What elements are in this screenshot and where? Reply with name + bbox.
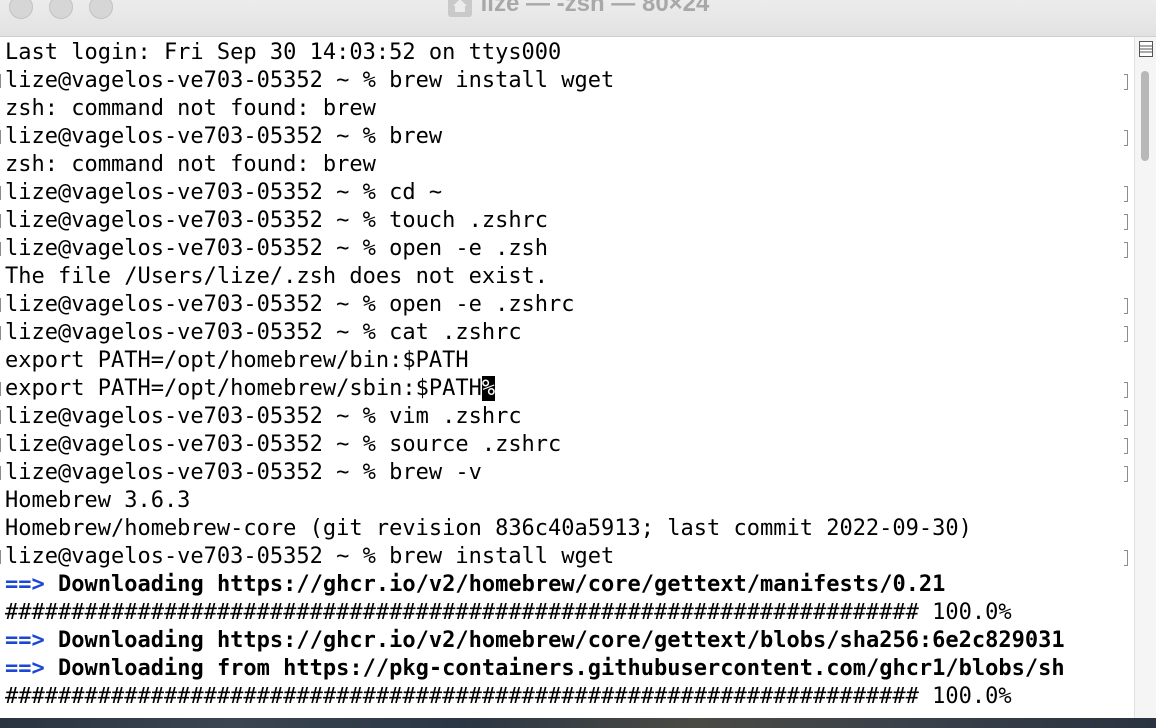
terminal-line: Homebrew 3.6.3 — [5, 488, 191, 513]
line-mark — [0, 326, 3, 340]
terminal-line: lize@vagelos-ve703-05352 ~ % brew instal… — [5, 68, 615, 93]
terminal-line: Last login: Fri Sep 30 14:03:52 on ttys0… — [5, 40, 562, 65]
download-text: Downloading https://ghcr.io/v2/homebrew/… — [58, 572, 946, 597]
terminal-line: lize@vagelos-ve703-05352 ~ % cd ~ — [5, 180, 443, 205]
terminal-line: zsh: command not found: brew — [5, 96, 376, 121]
line-mark — [1124, 410, 1128, 426]
line-mark — [1124, 130, 1128, 146]
terminal-line: lize@vagelos-ve703-05352 ~ % brew -v — [5, 460, 482, 485]
line-mark — [1124, 466, 1128, 482]
line-mark — [0, 298, 3, 312]
terminal-line: lize@vagelos-ve703-05352 ~ % open -e .zs… — [5, 236, 549, 261]
line-mark — [0, 466, 3, 480]
download-line: ==> Downloading from https://pkg-contain… — [5, 655, 1065, 683]
line-mark — [0, 410, 3, 424]
desktop-background — [0, 718, 1156, 728]
download-text: Downloading from https://pkg-containers.… — [58, 656, 1065, 681]
terminal-line: lize@vagelos-ve703-05352 ~ % cat .zshrc — [5, 320, 522, 345]
line-mark — [1124, 438, 1128, 454]
line-mark — [0, 382, 3, 396]
line-mark — [1124, 298, 1128, 314]
scroll-thumb[interactable] — [1141, 71, 1149, 161]
download-arrow: ==> — [5, 628, 45, 653]
window-title-group: lize — -zsh — 80×24 — [0, 0, 1156, 18]
line-mark — [0, 550, 3, 564]
title-bar[interactable]: lize — -zsh — 80×24 — [0, 0, 1156, 37]
line-mark — [1124, 382, 1128, 398]
download-line: ==> Downloading https://ghcr.io/v2/homeb… — [5, 571, 945, 599]
terminal-line: lize@vagelos-ve703-05352 ~ % brew — [5, 124, 443, 149]
split-view-icon[interactable] — [1139, 41, 1153, 57]
terminal-window: lize — -zsh — 80×24 Last login: Fri Sep … — [0, 0, 1156, 718]
line-mark — [0, 74, 3, 88]
line-mark — [0, 438, 3, 452]
line-mark — [1124, 186, 1128, 202]
line-mark — [0, 186, 3, 200]
terminal-line: Homebrew/homebrew-core (git revision 836… — [5, 516, 972, 541]
terminal-line: lize@vagelos-ve703-05352 ~ % open -e .zs… — [5, 292, 575, 317]
line-mark — [1124, 550, 1128, 566]
terminal-line: zsh: command not found: brew — [5, 152, 376, 177]
download-line: ==> Downloading https://ghcr.io/v2/homeb… — [5, 627, 1065, 655]
line-mark — [1124, 74, 1128, 90]
terminal-line: export PATH=/opt/homebrew/bin:$PATH — [5, 348, 469, 373]
terminal-line-text: export PATH=/opt/homebrew/sbin:$PATH — [5, 376, 482, 401]
progress-line: ########################################… — [5, 684, 1012, 709]
download-arrow: ==> — [5, 572, 45, 597]
terminal-line: The file /Users/lize/.zsh does not exist… — [5, 264, 549, 289]
line-mark — [1124, 242, 1128, 258]
progress-line: ########################################… — [5, 600, 1012, 625]
terminal-line: lize@vagelos-ve703-05352 ~ % source .zsh… — [5, 432, 562, 457]
text-cursor: % — [481, 376, 496, 401]
line-mark — [1124, 214, 1128, 230]
download-arrow: ==> — [5, 656, 45, 681]
download-text: Downloading https://ghcr.io/v2/homebrew/… — [58, 628, 1065, 653]
terminal-output[interactable]: Last login: Fri Sep 30 14:03:52 on ttys0… — [0, 37, 1134, 718]
line-mark — [0, 242, 3, 256]
line-mark — [0, 214, 3, 228]
window-title: lize — -zsh — 80×24 — [480, 0, 710, 17]
terminal-line: export PATH=/opt/homebrew/sbin:$PATH% — [5, 375, 496, 403]
vertical-scrollbar[interactable] — [1134, 37, 1156, 718]
terminal-line: lize@vagelos-ve703-05352 ~ % touch .zshr… — [5, 208, 549, 233]
terminal-line: lize@vagelos-ve703-05352 ~ % vim .zshrc — [5, 404, 522, 429]
terminal-line: lize@vagelos-ve703-05352 ~ % brew instal… — [5, 544, 615, 569]
line-mark — [1124, 326, 1128, 342]
home-icon — [447, 0, 472, 17]
line-mark — [0, 130, 3, 144]
